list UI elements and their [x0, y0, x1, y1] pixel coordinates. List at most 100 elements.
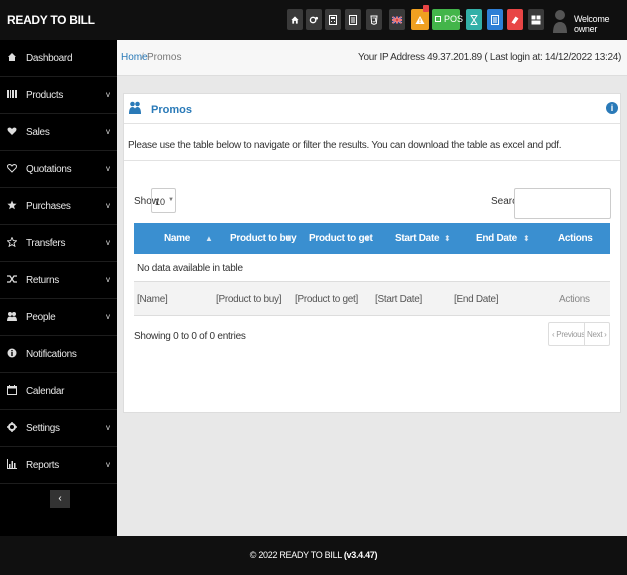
sidebar-item-label: Purchases — [26, 201, 71, 212]
eraser-icon — [511, 16, 519, 24]
filter-name[interactable]: [Name] — [137, 294, 168, 305]
sidebar-item-people[interactable]: People v — [0, 299, 117, 336]
sidebar-item-label: Calendar — [26, 386, 65, 397]
info-icon — [7, 348, 17, 358]
star-icon — [7, 200, 17, 210]
pos-icon — [435, 16, 441, 22]
column-header-name[interactable]: Name — [164, 223, 190, 254]
sort-icon[interactable]: ⬍ — [285, 223, 292, 254]
pagination: ‹ Previous Next › — [548, 322, 610, 346]
users-icon — [7, 312, 17, 321]
list-alt-button[interactable] — [487, 9, 503, 30]
sidebar-item-returns[interactable]: Returns v — [0, 262, 117, 299]
home-button[interactable] — [287, 9, 303, 30]
version-text: (v3.4.47) — [343, 550, 378, 560]
top-bar: READY TO BILL POS Welcome owner — [0, 0, 627, 40]
dashboard-icon — [8, 53, 16, 61]
chevron-down-icon: v — [106, 238, 110, 247]
pos-label: POS — [444, 14, 464, 24]
sort-icon[interactable]: ⬍ — [523, 223, 530, 254]
sidebar-item-label: People — [26, 312, 56, 323]
divider — [584, 323, 585, 345]
promos-panel: Promos i Please use the table below to n… — [123, 93, 621, 413]
panel-header: Promos i — [124, 94, 620, 124]
chevron-down-icon: v — [106, 127, 110, 136]
chevron-down-icon: v — [106, 275, 110, 284]
sidebar-item-label: Products — [26, 90, 64, 101]
main-content: Home / Promos Your IP Address 49.37.201.… — [117, 40, 627, 536]
filter-end-date[interactable]: [End Date] — [454, 294, 499, 305]
cog-icon — [7, 422, 17, 432]
chevron-down-icon: v — [106, 460, 110, 469]
sidebar-item-notifications[interactable]: Notifications — [0, 336, 117, 373]
column-header-start-date[interactable]: Start Date — [395, 223, 440, 254]
breadcrumb-current: Promos — [147, 52, 182, 63]
page-size-select[interactable]: 10 ▼ — [151, 188, 176, 213]
filter-product-to-buy[interactable]: [Product to buy] — [216, 294, 282, 305]
sidebar-item-dashboard[interactable]: Dashboard — [0, 40, 117, 77]
list-icon — [349, 14, 357, 25]
filter-product-to-get[interactable]: [Product to get] — [295, 294, 358, 305]
sidebar-item-label: Dashboard — [26, 53, 73, 64]
heart-icon — [7, 127, 17, 135]
column-header-end-date[interactable]: End Date — [476, 223, 517, 254]
sidebar-item-quotations[interactable]: Quotations v — [0, 151, 117, 188]
breadcrumb-bar: Home / Promos Your IP Address 49.37.201.… — [117, 40, 627, 76]
chevron-down-icon: v — [106, 164, 110, 173]
language-button[interactable] — [389, 9, 405, 30]
chevron-down-icon: v — [106, 312, 110, 321]
sort-asc-icon[interactable]: ▲ — [205, 223, 213, 254]
sidebar-item-transfers[interactable]: Transfers v — [0, 225, 117, 262]
sidebar-item-sales[interactable]: Sales v — [0, 114, 117, 151]
sidebar-item-label: Sales — [26, 127, 50, 138]
filter-start-date[interactable]: [Start Date] — [375, 294, 422, 305]
users-icon — [129, 101, 141, 114]
list-button[interactable] — [345, 9, 361, 30]
footer: © 2022 READY TO BILL (v3.4.47) — [0, 536, 627, 575]
ip-address-info: Your IP Address 49.37.201.89 ( Last logi… — [358, 52, 621, 63]
entries-info: Showing 0 to 0 of 0 entries — [134, 331, 246, 342]
hourglass-button[interactable] — [466, 9, 482, 30]
previous-button[interactable]: ‹ Previous — [552, 330, 585, 339]
dashboard-button[interactable] — [528, 9, 544, 30]
search-input[interactable] — [514, 188, 611, 219]
copyright-text: © 2022 READY TO BILL — [249, 550, 342, 560]
brand-logo[interactable]: READY TO BILL — [7, 13, 95, 27]
html5-button[interactable] — [366, 9, 382, 30]
sidebar-item-products[interactable]: Products v — [0, 77, 117, 114]
sort-icon[interactable]: ⬍ — [444, 223, 451, 254]
pos-button[interactable]: POS — [432, 9, 464, 30]
divider — [124, 160, 620, 161]
hourglass-icon — [470, 14, 478, 25]
eraser-button[interactable] — [507, 9, 523, 30]
sidebar-item-reports[interactable]: Reports v — [0, 447, 117, 484]
barcode-icon — [7, 90, 17, 98]
sidebar-item-label: Settings — [26, 423, 60, 434]
flag-uk-icon — [392, 16, 402, 23]
welcome-user[interactable]: Welcome owner — [574, 14, 627, 34]
user-avatar-icon[interactable] — [552, 6, 568, 34]
sidebar-item-purchases[interactable]: Purchases v — [0, 188, 117, 225]
next-button[interactable]: Next › — [587, 330, 607, 339]
chevron-down-icon: v — [106, 423, 110, 432]
alert-triangle-icon — [415, 15, 425, 24]
random-icon — [7, 275, 17, 283]
sidebar-item-settings[interactable]: Settings v — [0, 410, 117, 447]
sidebar-item-label: Quotations — [26, 164, 72, 175]
heart-outline-icon — [7, 163, 17, 173]
alerts-button[interactable] — [411, 5, 429, 30]
sidebar-item-label: Reports — [26, 460, 59, 471]
sidebar-collapse-button[interactable]: ‹ — [50, 490, 70, 508]
table-filter-row: [Name] [Product to buy] [Product to get]… — [134, 282, 610, 316]
cogs-icon — [309, 16, 319, 23]
copyright: © 2022 READY TO BILL (v3.4.47) — [0, 550, 627, 560]
info-icon[interactable]: i — [606, 102, 618, 114]
html5-icon — [370, 15, 378, 25]
sidebar-item-calendar[interactable]: Calendar — [0, 373, 117, 410]
column-header-actions: Actions — [558, 233, 593, 244]
sidebar-item-label: Transfers — [26, 238, 66, 249]
settings-button[interactable] — [306, 9, 322, 30]
sort-icon[interactable]: ⬍ — [364, 223, 371, 254]
calculator-button[interactable] — [325, 9, 341, 30]
list-alt-icon — [491, 14, 499, 25]
